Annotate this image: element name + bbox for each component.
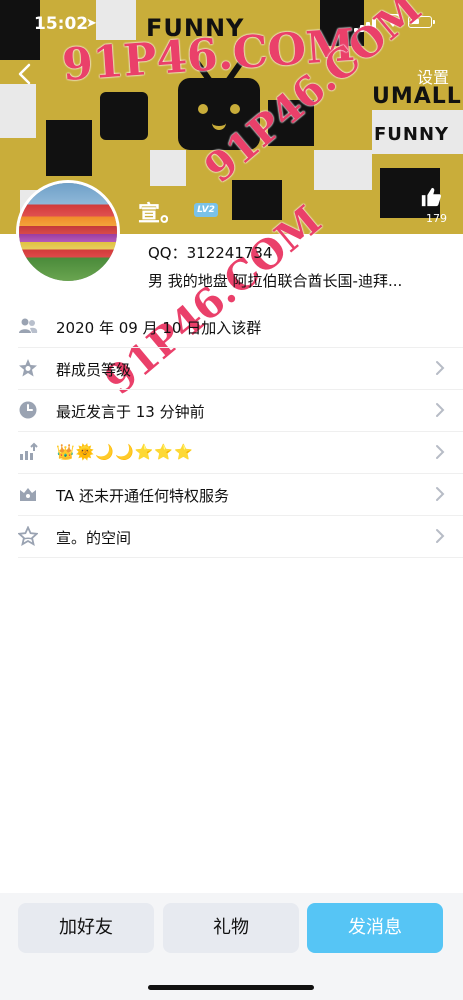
row-member-level[interactable]: 群成员等级: [18, 348, 463, 390]
add-friend-button[interactable]: 加好友: [18, 903, 154, 953]
row-label: 2020 年 09 月 10 日加入该群: [56, 319, 262, 337]
pattern-tile: [150, 150, 186, 186]
row-privilege[interactable]: TA 还未开通任何特权服务: [18, 474, 463, 516]
like-count: 179: [426, 212, 447, 225]
pattern-tile: [314, 150, 372, 190]
chevron-right-icon: [435, 528, 445, 544]
row-qq-rank[interactable]: 👑🌞🌙🌙⭐⭐⭐: [18, 432, 463, 474]
row-label: 宣。的空间: [56, 529, 132, 547]
status-bar: 15:02 ➤: [0, 0, 463, 48]
row-last-active[interactable]: 最近发言于 13 分钟前: [18, 390, 463, 432]
chevron-right-icon: [435, 402, 445, 418]
back-button[interactable]: [14, 62, 38, 86]
avatar[interactable]: [16, 180, 120, 284]
rank-up-icon: [18, 442, 38, 462]
banner-word: FUNNY: [374, 124, 450, 145]
settings-button[interactable]: 设置: [417, 64, 449, 88]
star-gear-icon: [18, 358, 38, 378]
send-message-button[interactable]: 发消息: [307, 903, 443, 953]
gift-button[interactable]: 礼物: [163, 903, 299, 953]
row-label: TA 还未开通任何特权服务: [56, 487, 230, 505]
clock-icon: [18, 400, 38, 420]
avatar-image: [19, 183, 117, 281]
profile-meta: 男 我的地盘 阿拉伯联合酋长国-迪拜...: [148, 272, 403, 290]
like-button[interactable]: [417, 186, 445, 212]
tv-mascot-icon: [178, 60, 260, 150]
row-join-date: 2020 年 09 月 10 日加入该群: [18, 306, 463, 348]
chevron-right-icon: [435, 486, 445, 502]
qq-number: QQ：312241734: [148, 244, 273, 262]
space-star-icon: [17, 525, 39, 547]
cellular-signal-icon: [354, 18, 380, 32]
pattern-tile: [268, 100, 314, 146]
pattern-tile: [100, 92, 148, 140]
chevron-right-icon: [435, 360, 445, 376]
home-indicator: [148, 985, 314, 990]
info-list: 2020 年 09 月 10 日加入该群 群成员等级 最近发言于 13 分钟前 …: [0, 306, 463, 558]
row-space[interactable]: 宣。的空间: [17, 516, 463, 558]
bottom-action-bar: 加好友 礼物 发消息: [0, 893, 463, 1000]
location-arrow-icon: ➤: [86, 16, 97, 31]
rank-badges: 👑🌞🌙🌙⭐⭐⭐: [56, 443, 194, 461]
crown-box-icon: [18, 484, 38, 504]
pattern-tile: [46, 120, 92, 176]
profile-name: 宣。: [138, 202, 183, 227]
chevron-right-icon: [435, 444, 445, 460]
row-label: 最近发言于 13 分钟前: [56, 403, 205, 421]
battery-icon: [408, 16, 435, 28]
wifi-icon: [383, 13, 403, 32]
pattern-tile: [232, 180, 282, 220]
pattern-tile: [0, 84, 36, 138]
chevron-left-icon: [18, 63, 31, 85]
status-time: 15:02: [34, 14, 89, 34]
thumbs-up-icon: [421, 187, 442, 207]
level-badge: LV2: [194, 203, 218, 217]
members-icon: [18, 316, 38, 336]
row-label: 群成员等级: [56, 361, 132, 379]
